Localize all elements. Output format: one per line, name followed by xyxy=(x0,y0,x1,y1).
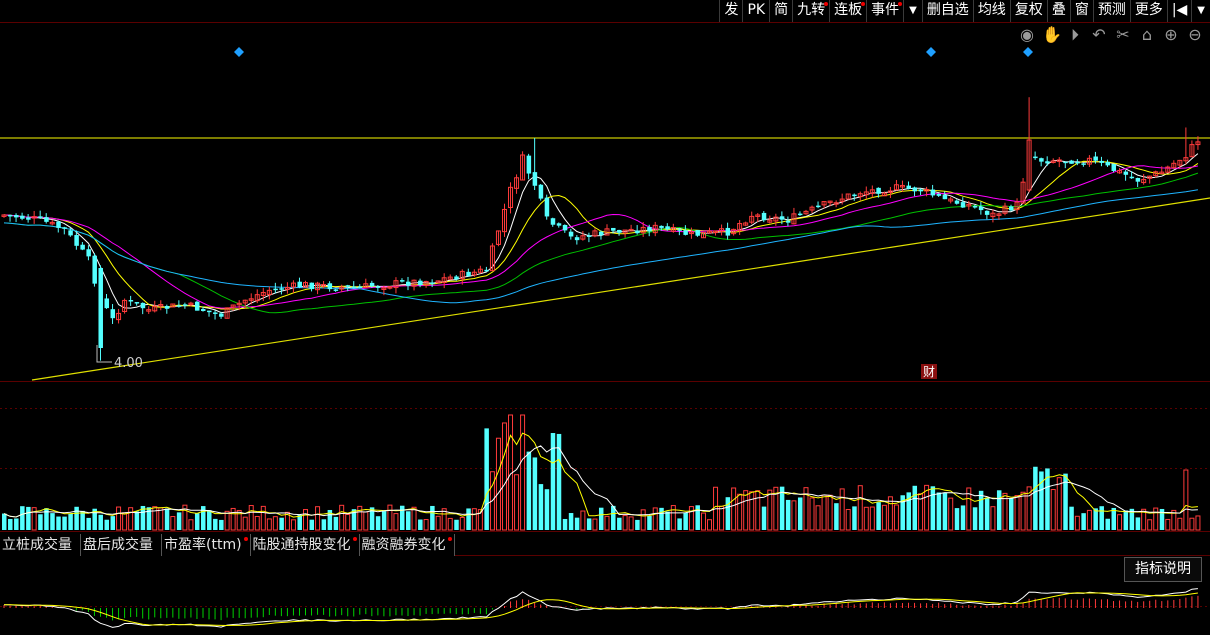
indicator-help-button[interactable]: 指标说明 xyxy=(1124,557,1202,582)
hand-icon[interactable]: ✋ xyxy=(1042,26,1062,44)
toolbar-button-7[interactable]: 删自选 xyxy=(921,0,973,22)
zoom-out-icon[interactable]: ⊖ xyxy=(1186,26,1204,44)
indicator-tab-3[interactable]: 陆股通持股变化 xyxy=(250,534,360,556)
event-diamond-3 xyxy=(1023,47,1033,57)
toolbar-button-5[interactable]: 事件 xyxy=(866,0,903,22)
chart-tools: ◉ ✋ ⏵ ↶ ✂ ⌂ ⊕ ⊖ xyxy=(1018,26,1204,44)
event-diamond-2 xyxy=(926,47,936,57)
finance-marker[interactable]: 财 xyxy=(923,365,935,379)
indicator-tab-1[interactable]: 盘后成交量 xyxy=(81,534,162,556)
toolbar-button-15[interactable]: ▼ xyxy=(1191,0,1210,22)
top-toolbar: 发 PK 简九转 连板 事件 ▼ 删自选 均线 复权叠窗预测 更多 |◀ ▼ xyxy=(719,0,1210,22)
toolbar-button-9[interactable]: 复权 xyxy=(1009,0,1047,22)
toolbar-button-12[interactable]: 预测 xyxy=(1092,0,1130,22)
toolbar-button-3[interactable]: 九转 xyxy=(792,0,829,22)
toolbar-button-8[interactable]: 均线 xyxy=(972,0,1010,22)
indicator-tabs: 立桩成交量 盘后成交量 市盈率(ttm) 陆股通持股变化 融资融券变化 xyxy=(0,534,455,556)
toolbar-button-10[interactable]: 叠 xyxy=(1046,0,1070,22)
eye-icon[interactable]: ◉ xyxy=(1018,26,1036,44)
undo-icon[interactable]: ↶ xyxy=(1090,26,1108,44)
lock-icon[interactable]: ⌂ xyxy=(1138,26,1156,44)
indicator-tab-2[interactable]: 市盈率(ttm) xyxy=(162,534,251,556)
scissors-icon[interactable]: ✂ xyxy=(1114,26,1132,44)
toolbar-button-2[interactable]: 简 xyxy=(769,0,792,22)
toolbar-button-1[interactable]: PK xyxy=(742,0,769,22)
toolbar-button-13[interactable]: 更多 xyxy=(1129,0,1167,22)
toolbar-button-6[interactable]: ▼ xyxy=(903,0,922,22)
toolbar-button-14[interactable]: |◀ xyxy=(1166,0,1191,22)
low-price-label: 4.00 xyxy=(114,356,143,371)
toolbar-button-4[interactable]: 连板 xyxy=(829,0,866,22)
indicator-tab-0[interactable]: 立桩成交量 xyxy=(0,534,81,556)
toolbar-button-0[interactable]: 发 xyxy=(719,0,742,22)
indicator-tab-4[interactable]: 融资融券变化 xyxy=(359,534,455,556)
toolbar-button-11[interactable]: 窗 xyxy=(1069,0,1093,22)
zoom-in-icon[interactable]: ⊕ xyxy=(1162,26,1180,44)
event-diamond-1 xyxy=(234,47,244,57)
play-icon[interactable]: ⏵ xyxy=(1066,26,1084,44)
